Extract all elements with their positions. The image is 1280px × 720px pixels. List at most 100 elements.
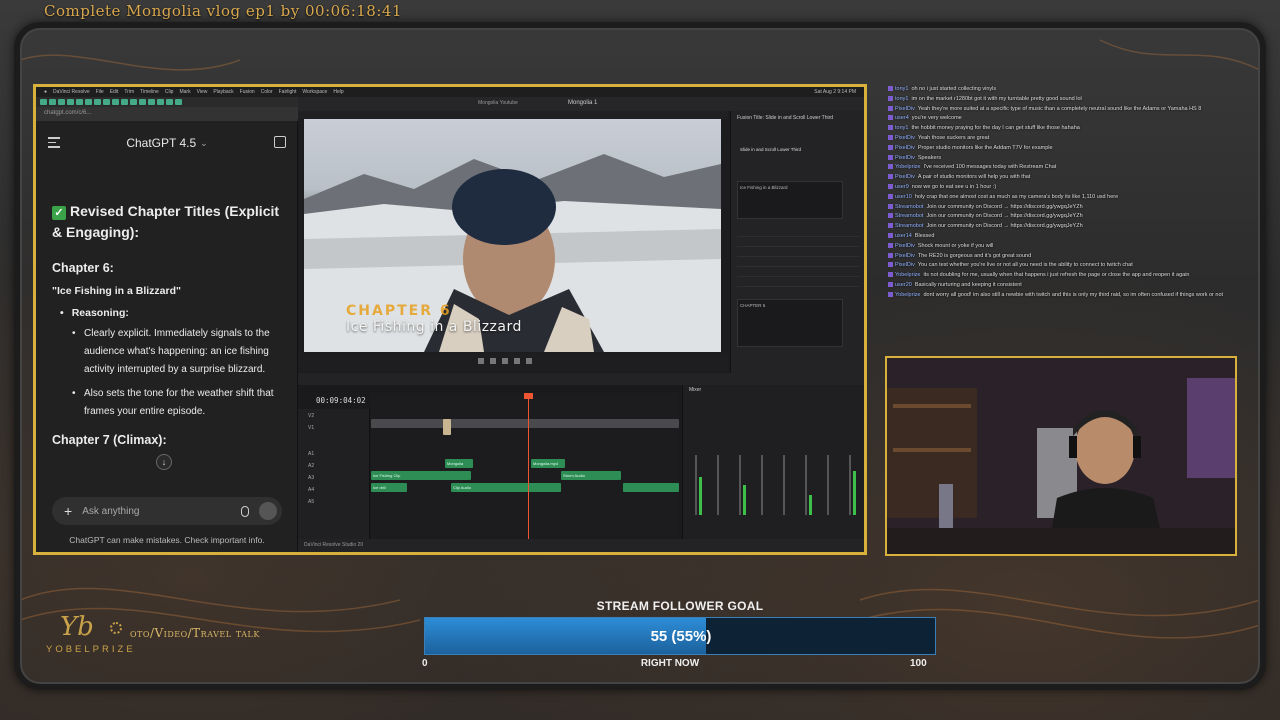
chat-username[interactable]: PixelDiv: [895, 145, 915, 151]
chat-username[interactable]: Yobelprize: [895, 164, 920, 170]
menu-item[interactable]: Fairlight: [279, 89, 297, 95]
browser-tab[interactable]: [130, 99, 137, 105]
video-clip[interactable]: [443, 419, 451, 435]
browser-tab-strip[interactable]: [36, 97, 298, 107]
fader[interactable]: [805, 455, 807, 515]
chat-username[interactable]: user4: [895, 115, 909, 121]
audio-clip[interactable]: Storm Audio: [561, 471, 621, 480]
chat-username[interactable]: Streamobot: [895, 223, 923, 229]
chat-username[interactable]: tony1: [895, 86, 908, 92]
chat-username[interactable]: user10: [895, 194, 912, 200]
browser-tab[interactable]: [175, 99, 182, 105]
menu-item[interactable]: DaVinci Resolve: [53, 89, 90, 95]
menu-item[interactable]: Color: [261, 89, 273, 95]
menu-item[interactable]: File: [96, 89, 104, 95]
video-viewer[interactable]: CHAPTER 6 Ice Fishing in a Blizzard: [304, 119, 721, 352]
resolve-tab-label[interactable]: Mongolia Youtube: [478, 100, 518, 106]
browser-tab[interactable]: [94, 99, 101, 105]
browser-tab[interactable]: [166, 99, 173, 105]
rewind-icon[interactable]: [478, 358, 484, 364]
plus-icon[interactable]: +: [64, 503, 72, 519]
chat-input[interactable]: + Ask anything: [52, 497, 282, 525]
audio-clip[interactable]: [623, 483, 679, 492]
chat-username[interactable]: tony1: [895, 96, 908, 102]
chat-username[interactable]: Yobelprize: [895, 292, 920, 298]
browser-tab[interactable]: [85, 99, 92, 105]
browser-tab[interactable]: [58, 99, 65, 105]
chat-text: the hobbit money praying for the day I c…: [911, 125, 1080, 132]
audio-clip[interactable]: Mongolia: [445, 459, 473, 468]
chat-username[interactable]: Yobelprize: [895, 272, 920, 278]
chevron-down-icon[interactable]: ⌄: [200, 138, 208, 149]
fader[interactable]: [761, 455, 763, 515]
fader[interactable]: [717, 455, 719, 515]
audio-clip[interactable]: Clip Audio: [451, 483, 561, 492]
menu-item[interactable]: Fusion: [240, 89, 255, 95]
chat-username[interactable]: PixelDiv: [895, 174, 915, 180]
mic-icon[interactable]: [241, 505, 249, 517]
browser-tab[interactable]: [49, 99, 56, 105]
playhead[interactable]: [528, 393, 529, 539]
browser-tab[interactable]: [76, 99, 83, 105]
menu-item[interactable]: Help: [333, 89, 343, 95]
chapter-heading: Chapter 7 (Climax):: [52, 433, 167, 447]
browser-tab[interactable]: [112, 99, 119, 105]
project-name: Mongolia 1: [568, 100, 598, 106]
chat-username[interactable]: user9: [895, 184, 909, 190]
mixer-label: Mixer: [689, 387, 702, 393]
apple-icon[interactable]: ●: [44, 89, 47, 95]
chat-username[interactable]: tony1: [895, 125, 908, 131]
loop-icon[interactable]: [526, 358, 532, 364]
chat-username[interactable]: PixelDiv: [895, 262, 915, 268]
audio-clip[interactable]: Ice Fishing Clip: [371, 471, 471, 480]
play-icon[interactable]: [502, 358, 508, 364]
fader[interactable]: [827, 455, 829, 515]
fader[interactable]: [783, 455, 785, 515]
chat-username[interactable]: PixelDiv: [895, 155, 915, 161]
chat-message: Yobelprize I've received 100 messages tod…: [888, 164, 1228, 173]
browser-tab[interactable]: [157, 99, 164, 105]
browser-tab[interactable]: [103, 99, 110, 105]
fader[interactable]: [739, 455, 741, 515]
url-bar[interactable]: chatgpt.com/c/6...: [36, 107, 298, 121]
chat-username[interactable]: user20: [895, 282, 912, 288]
chat-text: Basically nurturing and keeping it consi…: [914, 282, 1022, 288]
browser-tab[interactable]: [67, 99, 74, 105]
fader[interactable]: [695, 455, 697, 515]
chat-username[interactable]: PixelDiv: [895, 135, 915, 141]
menu-item[interactable]: Edit: [110, 89, 119, 95]
browser-tab[interactable]: [148, 99, 155, 105]
scroll-down-icon[interactable]: ↓: [156, 454, 172, 470]
menu-item[interactable]: View: [197, 89, 208, 95]
menu-item[interactable]: Mark: [179, 89, 190, 95]
chat-username[interactable]: PixelDiv: [895, 243, 915, 249]
chat-input-placeholder[interactable]: Ask anything: [82, 506, 139, 517]
chat-username[interactable]: PixelDiv: [895, 253, 915, 259]
chat-username[interactable]: Streamobot: [895, 204, 923, 210]
edit-icon[interactable]: [274, 136, 286, 148]
response-heading: ✓ Revised Chapter Titles (Explicit & Enga…: [52, 203, 280, 240]
menu-item[interactable]: Timeline: [140, 89, 159, 95]
menu-item[interactable]: Trim: [124, 89, 134, 95]
audio-mixer: Mixer: [682, 385, 864, 540]
fader[interactable]: [849, 455, 851, 515]
menu-item[interactable]: Clip: [165, 89, 174, 95]
chat-username[interactable]: Streamobot: [895, 213, 923, 219]
chat-username[interactable]: user14: [895, 233, 912, 239]
browser-tab[interactable]: [139, 99, 146, 105]
timeline-tracks[interactable]: Mongolia Mongolia.mp4 Ice Fishing Clip S…: [371, 393, 679, 539]
title-track-clip[interactable]: [371, 419, 679, 428]
browser-tab[interactable]: [121, 99, 128, 105]
model-selector[interactable]: ChatGPT 4.5: [126, 136, 196, 150]
browser-tab[interactable]: [40, 99, 47, 105]
audio-clip[interactable]: Ice drill: [371, 483, 407, 492]
forward-icon[interactable]: [514, 358, 520, 364]
menu-item[interactable]: Playback: [213, 89, 233, 95]
audio-clip[interactable]: Mongolia.mp4: [531, 459, 565, 468]
voice-icon[interactable]: [259, 502, 277, 520]
menu-icon[interactable]: [48, 137, 60, 148]
stop-icon[interactable]: [490, 358, 496, 364]
chat-username[interactable]: PixelDiv: [895, 106, 915, 112]
menu-item[interactable]: Workspace: [302, 89, 327, 95]
chat-text: Yeah they're more suited at a specific t…: [917, 105, 1202, 112]
